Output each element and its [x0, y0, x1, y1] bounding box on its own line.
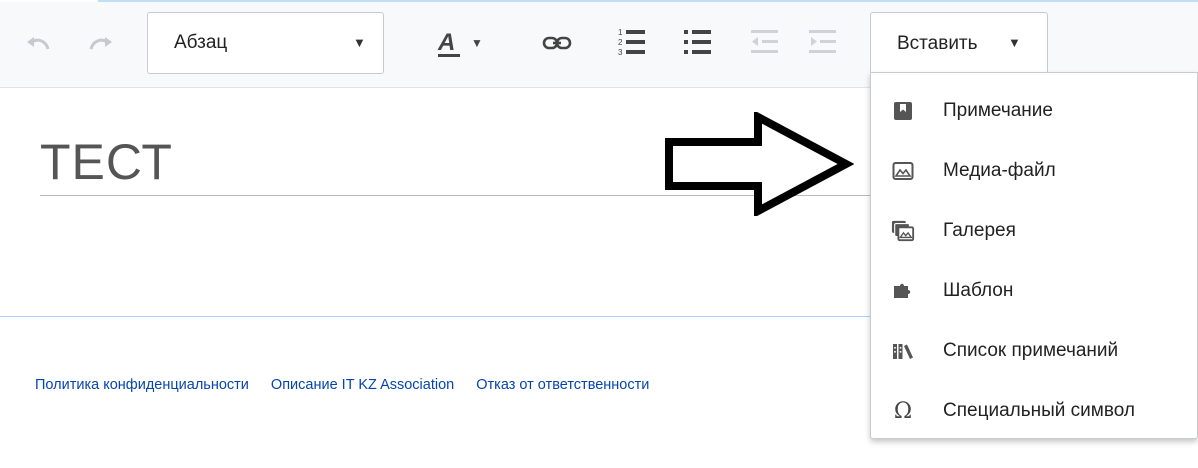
svg-text:1: 1: [618, 28, 623, 37]
omega-icon: Ω: [893, 398, 913, 424]
svg-text:3: 3: [618, 48, 623, 57]
text-style-icon: A: [437, 29, 461, 57]
menu-item-label: Шаблон: [943, 280, 1014, 301]
bullet-list-icon: [684, 30, 711, 54]
svg-text:2: 2: [618, 38, 623, 47]
numbered-list-button[interactable]: 1 2 3: [612, 22, 652, 62]
outdent-button[interactable]: [745, 22, 785, 62]
insert-button[interactable]: Вставить ▼: [870, 12, 1048, 74]
image-icon: [891, 159, 915, 183]
insert-dropdown-menu: Примечание Медиа-файл Галерея Шаблон Спи…: [870, 72, 1198, 439]
link-button[interactable]: [537, 26, 577, 60]
undo-icon: [27, 37, 50, 50]
books-icon: [891, 339, 915, 363]
undo-button[interactable]: [22, 28, 56, 58]
svg-text:A: A: [437, 29, 455, 56]
puzzle-icon: [891, 279, 915, 303]
menu-item-label: Медиа-файл: [943, 160, 1056, 181]
format-select-value: Абзац: [174, 32, 228, 53]
menu-item-label: Специальный символ: [943, 400, 1135, 421]
menu-item-template[interactable]: Шаблон: [871, 266, 1197, 316]
numbered-list-icon: 1 2 3: [618, 28, 645, 57]
outdent-icon: [751, 30, 778, 53]
menu-item-label: Галерея: [943, 220, 1016, 241]
menu-item-label: Список примечаний: [943, 340, 1119, 361]
chevron-down-icon: ▼: [1008, 35, 1021, 50]
text-style-button[interactable]: A ▼: [424, 22, 494, 64]
indent-button[interactable]: [803, 22, 843, 62]
chevron-down-icon: ▼: [353, 35, 366, 50]
chevron-down-icon: ▼: [471, 36, 483, 50]
indent-icon: [809, 30, 836, 53]
bullet-list-button[interactable]: [678, 22, 718, 62]
footer-links: Политика конфиденциальности Описание IT …: [35, 377, 671, 393]
footer-link-disclaimer[interactable]: Отказ от ответственности: [476, 377, 649, 393]
menu-item-references-list[interactable]: Список примечаний: [871, 326, 1197, 376]
footer-link-about[interactable]: Описание IT KZ Association: [271, 377, 454, 393]
bookmark-icon: [891, 99, 915, 123]
paragraph-format-select[interactable]: Абзац ▼: [147, 12, 384, 74]
menu-item-special-character[interactable]: Ω Специальный символ: [871, 386, 1197, 436]
gallery-icon: [891, 219, 915, 243]
arrow-annotation-icon: [665, 112, 854, 216]
insert-button-label: Вставить: [897, 33, 978, 54]
menu-item-media[interactable]: Медиа-файл: [871, 146, 1197, 196]
page-title[interactable]: ТЕСТ: [40, 133, 173, 191]
redo-button[interactable]: [83, 28, 117, 58]
menu-item-label: Примечание: [943, 100, 1053, 121]
redo-icon: [89, 37, 112, 50]
footer-link-privacy[interactable]: Политика конфиденциальности: [35, 377, 249, 393]
menu-item-gallery[interactable]: Галерея: [871, 206, 1197, 256]
menu-item-reference[interactable]: Примечание: [871, 86, 1197, 136]
link-icon: [542, 36, 572, 50]
